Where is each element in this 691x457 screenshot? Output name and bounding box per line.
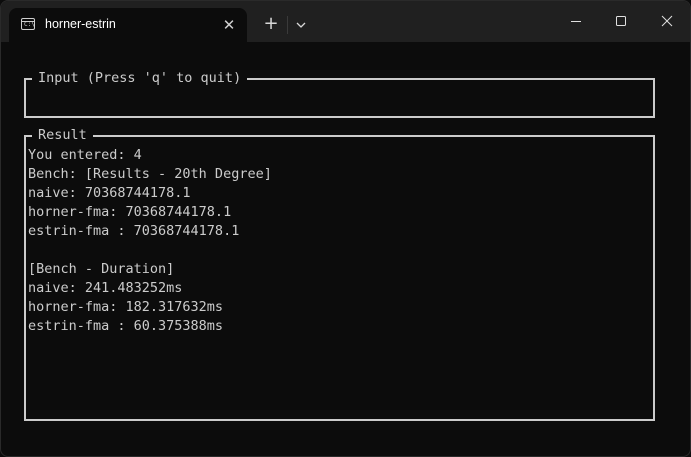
close-tab-icon: ✕ <box>222 16 236 34</box>
close-tab-button[interactable]: ✕ <box>219 15 239 35</box>
result-line: naive: 241.483252ms <box>28 280 183 296</box>
result-panel-title: Result <box>32 126 93 145</box>
result-line: [Bench - Duration] <box>28 261 175 277</box>
divider <box>287 16 288 34</box>
result-line: horner-fma: 70368744178.1 <box>28 204 232 220</box>
chevron-down-icon <box>296 22 306 28</box>
close-window-button[interactable] <box>645 1 690 42</box>
result-line: horner-fma: 182.317632ms <box>28 299 224 315</box>
result-line: estrin-fma : 60.375388ms <box>28 318 224 334</box>
result-line: Bench: [Results - 20th Degree] <box>28 166 272 182</box>
result-line: estrin-fma : 70368744178.1 <box>28 223 240 239</box>
plus-icon: + <box>263 13 279 34</box>
title-bar[interactable]: C:\ horner-estrin ✕ + <box>1 1 690 42</box>
maximize-button[interactable] <box>599 1 645 42</box>
tab-horner-estrin[interactable]: C:\ horner-estrin ✕ <box>9 8 247 42</box>
input-panel[interactable]: Input (Press 'q' to quit) <box>24 69 655 118</box>
minimize-button[interactable] <box>553 1 599 42</box>
result-output: You entered: 4 Bench: [Results - 20th De… <box>28 146 272 336</box>
result-line <box>28 241 272 260</box>
tab-title: horner-estrin <box>45 17 116 31</box>
tab-dropdown-button[interactable] <box>292 14 310 36</box>
result-line: naive: 70368744178.1 <box>28 185 191 201</box>
input-panel-title: Input (Press 'q' to quit) <box>32 69 248 88</box>
maximize-icon <box>616 16 626 26</box>
new-tab-button[interactable]: + <box>260 13 282 35</box>
terminal-icon: C:\ <box>21 18 35 30</box>
close-icon <box>661 15 673 27</box>
minimize-icon <box>571 21 581 22</box>
terminal-window: C:\ horner-estrin ✕ + Input (Press 'q' t… <box>0 0 691 457</box>
result-line: You entered: 4 <box>28 147 142 163</box>
